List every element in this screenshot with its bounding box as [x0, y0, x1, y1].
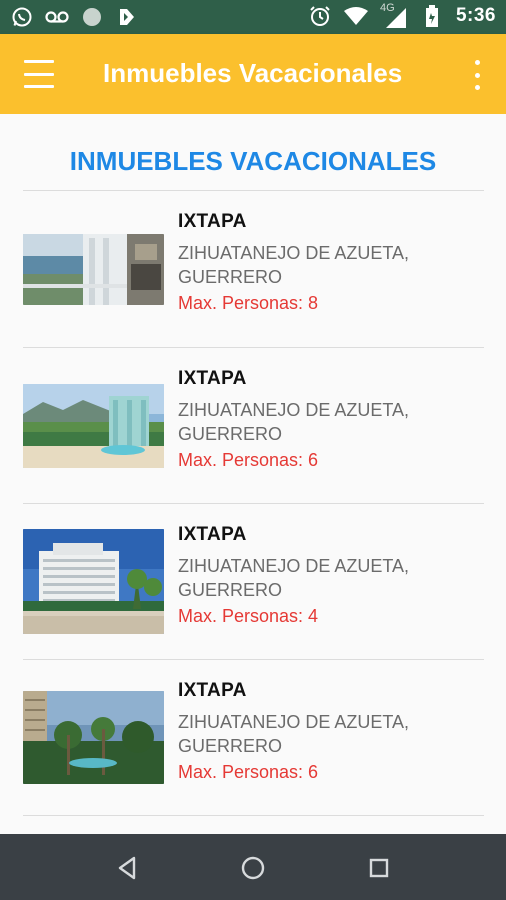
voicemail-icon	[45, 5, 69, 29]
home-circle-icon[interactable]	[238, 853, 268, 883]
divider	[23, 815, 484, 816]
listing-item[interactable]: IXTAPA ZIHUATANEJO DE AZUETA, GUERRERO M…	[23, 191, 484, 346]
listing-info: IXTAPA ZIHUATANEJO DE AZUETA, GUERRERO M…	[178, 368, 468, 471]
listing-photo	[23, 234, 164, 305]
main-content[interactable]: INMUEBLES VACACIONALES IXTAPA ZIHUATANEJ…	[0, 114, 506, 834]
network-type: 4G	[379, 2, 395, 14]
listing-max-persons: Max. Personas: 6	[178, 450, 319, 470]
listing-item[interactable]: IXTAPA ZIHUATANEJO DE AZUETA, GUERRERO M…	[23, 504, 484, 659]
back-triangle-icon[interactable]	[112, 853, 142, 883]
app-bar-title: Inmuebles Vacacionales	[103, 58, 403, 88]
listing-city: IXTAPA	[178, 524, 247, 545]
page-heading: INMUEBLES VACACIONALES	[69, 146, 437, 176]
app-bar: Inmuebles Vacacionales	[0, 34, 506, 114]
navigation-bar	[0, 834, 506, 900]
listing-photo	[23, 691, 164, 784]
listing-info: IXTAPA ZIHUATANEJO DE AZUETA, GUERRERO M…	[178, 680, 468, 783]
battery-icon	[420, 4, 444, 28]
listing-max-persons: Max. Personas: 6	[178, 762, 319, 782]
app-icon	[115, 5, 139, 29]
signal-icon: 4G	[379, 2, 408, 28]
listing-photo	[23, 384, 164, 468]
listing-max-persons: Max. Personas: 4	[178, 606, 319, 626]
status-bar: 4G 5:36	[0, 0, 506, 34]
listing-info: IXTAPA ZIHUATANEJO DE AZUETA, GUERRERO M…	[178, 524, 468, 627]
listing-info: IXTAPA ZIHUATANEJO DE AZUETA, GUERRERO M…	[178, 211, 468, 314]
wifi-icon	[343, 4, 368, 28]
more-vert-icon[interactable]	[472, 60, 482, 90]
listing-address: ZIHUATANEJO DE AZUETA, GUERRERO	[178, 243, 410, 287]
circle-icon	[80, 5, 104, 29]
listing-max-persons: Max. Personas: 8	[178, 293, 319, 313]
listing-photo	[23, 529, 164, 634]
hamburger-menu-icon[interactable]	[24, 60, 54, 88]
alarm-icon	[308, 4, 332, 28]
listing-city: IXTAPA	[178, 211, 247, 232]
listing-item[interactable]: IXTAPA ZIHUATANEJO DE AZUETA, GUERRERO M…	[23, 348, 484, 503]
listing-city: IXTAPA	[178, 680, 247, 701]
listing-item[interactable]: IXTAPA ZIHUATANEJO DE AZUETA, GUERRERO M…	[23, 660, 484, 815]
recents-square-icon[interactable]	[364, 853, 394, 883]
listing-address: ZIHUATANEJO DE AZUETA, GUERRERO	[178, 712, 410, 756]
whatsapp-icon	[10, 5, 34, 29]
listing-city: IXTAPA	[178, 368, 247, 389]
listing-address: ZIHUATANEJO DE AZUETA, GUERRERO	[178, 556, 410, 600]
status-time: 5:36	[455, 5, 496, 26]
listing-address: ZIHUATANEJO DE AZUETA, GUERRERO	[178, 400, 410, 444]
